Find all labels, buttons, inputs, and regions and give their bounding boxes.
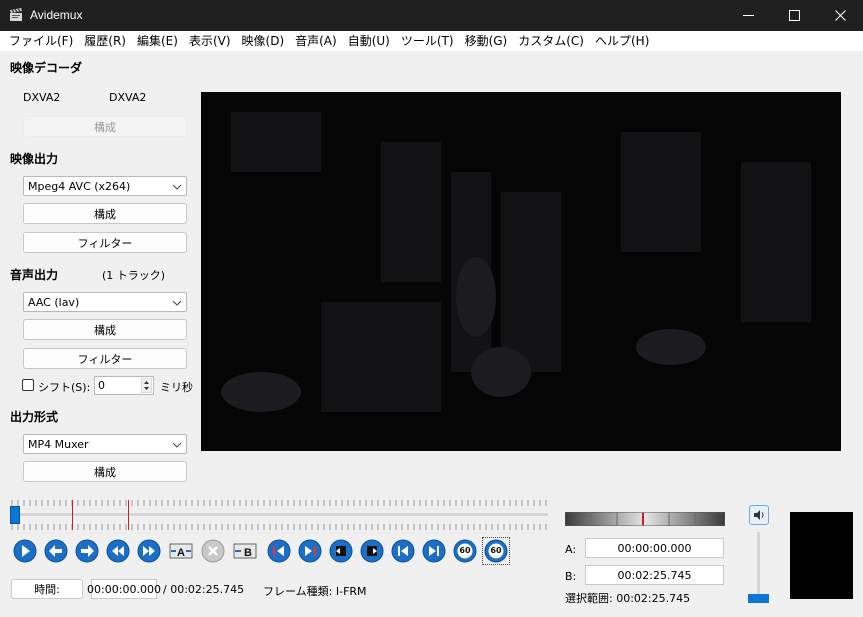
menu-auto[interactable]: 自動(U) bbox=[343, 31, 395, 51]
menu-bar: ファイル(F) 履歴(R) 編集(E) 表示(V) 映像(D) 音声(A) 自動… bbox=[0, 31, 863, 51]
minimize-button[interactable] bbox=[725, 0, 771, 31]
delete-selection-icon[interactable] bbox=[200, 538, 226, 564]
goto-last-frame-icon[interactable] bbox=[421, 538, 447, 564]
menu-help[interactable]: ヘルプ(H) bbox=[590, 31, 654, 51]
svg-text:A: A bbox=[177, 547, 185, 559]
forward-60-label: 60 bbox=[490, 546, 502, 555]
goto-marker-a-icon[interactable] bbox=[266, 538, 292, 564]
menu-history[interactable]: 履歴(R) bbox=[79, 31, 131, 51]
frame-type-label: フレーム種類: I-FRM bbox=[263, 585, 367, 598]
audio-filters-button[interactable]: フィルター bbox=[23, 348, 187, 369]
timeline-slider[interactable] bbox=[10, 496, 548, 532]
output-format-title: 出力形式 bbox=[10, 410, 59, 424]
settings-panel: 映像デコーダ DXVA2 DXVA2 構成 映像出力 Mpeg4 AVC (x2… bbox=[0, 51, 196, 491]
chevron-down-icon bbox=[172, 442, 182, 448]
decoder-configure-button[interactable]: 構成 bbox=[23, 116, 187, 137]
play-button-icon[interactable] bbox=[12, 538, 38, 564]
menu-tools[interactable]: ツール(T) bbox=[396, 31, 459, 51]
minimize-icon bbox=[742, 15, 754, 16]
marker-a-label: A: bbox=[565, 543, 577, 556]
menu-edit[interactable]: 編集(E) bbox=[132, 31, 183, 51]
video-filters-button[interactable]: フィルター bbox=[23, 232, 187, 253]
mute-button[interactable] bbox=[749, 505, 769, 525]
video-output-title: 映像出力 bbox=[10, 152, 59, 166]
decoder-left-label: DXVA2 bbox=[23, 91, 61, 104]
shift-label: シフト(S): bbox=[38, 381, 91, 394]
shift-spinbox[interactable]: 0 bbox=[94, 376, 154, 395]
decoder-right-label: DXVA2 bbox=[109, 91, 147, 104]
shift-checkbox[interactable] bbox=[22, 379, 34, 391]
video-codec-select[interactable]: Mpeg4 AVC (x264) bbox=[23, 176, 187, 196]
audio-output-title: 音声出力 bbox=[10, 268, 59, 282]
set-marker-b-icon[interactable]: B bbox=[231, 538, 259, 564]
next-keyframe-icon[interactable] bbox=[136, 538, 162, 564]
timeline-thumb[interactable] bbox=[10, 506, 20, 524]
set-marker-a-icon[interactable]: A bbox=[167, 538, 195, 564]
video-viewport[interactable] bbox=[201, 92, 841, 451]
audio-codec-value: AAC (lav) bbox=[28, 295, 80, 309]
marker-b bbox=[128, 500, 129, 530]
goto-first-frame-icon[interactable] bbox=[390, 538, 416, 564]
menu-file[interactable]: ファイル(F) bbox=[4, 31, 78, 51]
marker-a bbox=[72, 500, 73, 530]
playback-toolbar: A B 60 60 bbox=[12, 537, 512, 565]
forward-60-seconds-button[interactable]: 60 bbox=[482, 537, 510, 565]
audio-track-count: (1 トラック) bbox=[102, 269, 166, 282]
maximize-icon bbox=[788, 10, 800, 21]
previous-frame-icon[interactable] bbox=[43, 538, 69, 564]
next-black-frame-icon[interactable] bbox=[359, 538, 385, 564]
muxer-configure-button[interactable]: 構成 bbox=[23, 461, 187, 482]
muxer-value: MP4 Muxer bbox=[28, 437, 89, 451]
video-configure-button[interactable]: 構成 bbox=[23, 203, 187, 224]
video-frame-image bbox=[201, 92, 841, 451]
current-time-field[interactable]: 00:00:00.000 bbox=[87, 579, 161, 599]
spin-arrows-icon[interactable] bbox=[141, 378, 152, 393]
back-60-label: 60 bbox=[459, 546, 471, 555]
svg-text:B: B bbox=[244, 547, 252, 559]
menu-video[interactable]: 映像(D) bbox=[237, 31, 290, 51]
shift-unit-label: ミリ秒 bbox=[160, 381, 193, 394]
goto-marker-b-icon[interactable] bbox=[297, 538, 323, 564]
total-time-label: / 00:02:25.745 bbox=[163, 583, 245, 596]
maximize-button[interactable] bbox=[771, 0, 817, 31]
close-button[interactable] bbox=[817, 0, 863, 31]
audio-configure-button[interactable]: 構成 bbox=[23, 319, 187, 340]
menu-custom[interactable]: カスタム(C) bbox=[513, 31, 589, 51]
previous-keyframe-icon[interactable] bbox=[105, 538, 131, 564]
time-button[interactable]: 時間: bbox=[11, 579, 83, 599]
title-bar[interactable]: Avidemux bbox=[0, 0, 863, 31]
video-codec-value: Mpeg4 AVC (x264) bbox=[28, 179, 131, 193]
back-60-seconds-button[interactable]: 60 bbox=[452, 538, 478, 564]
muxer-select[interactable]: MP4 Muxer bbox=[23, 434, 187, 454]
chevron-down-icon bbox=[172, 300, 182, 306]
window-title: Avidemux bbox=[30, 8, 83, 22]
video-decoder-title: 映像デコーダ bbox=[10, 61, 83, 75]
volume-track[interactable] bbox=[757, 532, 760, 600]
menu-audio[interactable]: 音声(A) bbox=[290, 31, 342, 51]
shift-value: 0 bbox=[98, 379, 105, 392]
volume-thumb[interactable] bbox=[748, 594, 769, 603]
selection-range-label: 選択範囲: 00:02:25.745 bbox=[565, 592, 691, 605]
previous-black-frame-icon[interactable] bbox=[328, 538, 354, 564]
thumbnail-preview bbox=[790, 512, 853, 599]
menu-view[interactable]: 表示(V) bbox=[184, 31, 236, 51]
avidemux-clapper-icon bbox=[10, 8, 22, 21]
audio-level-meter bbox=[565, 512, 725, 526]
marker-a-time-field[interactable]: 00:00:00.000 bbox=[585, 538, 724, 558]
next-frame-icon[interactable] bbox=[74, 538, 100, 564]
audio-codec-select[interactable]: AAC (lav) bbox=[23, 292, 187, 312]
marker-b-time-field[interactable]: 00:02:25.745 bbox=[585, 565, 724, 585]
timeline-top-ticks bbox=[11, 500, 547, 506]
close-icon bbox=[834, 10, 846, 21]
menu-go[interactable]: 移動(G) bbox=[460, 31, 513, 51]
marker-b-label: B: bbox=[565, 570, 577, 583]
timeline-bottom-ticks bbox=[11, 524, 547, 530]
timeline-track[interactable] bbox=[10, 513, 548, 516]
speaker-icon bbox=[754, 510, 764, 520]
chevron-down-icon bbox=[172, 184, 182, 190]
